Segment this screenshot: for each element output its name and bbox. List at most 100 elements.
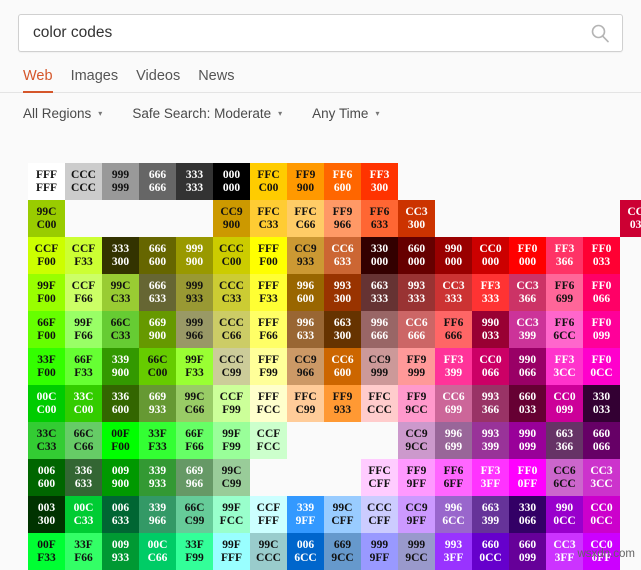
color-code-bottom: 933 — [185, 292, 204, 305]
color-code-top: 66C — [147, 353, 168, 366]
color-code-top: FF0 — [591, 353, 612, 366]
color-code-top: 99F — [222, 538, 241, 551]
color-chart-cell: 00C C00 — [28, 385, 65, 422]
color-code-bottom: C33 — [258, 218, 279, 231]
color-chart-cell-empty — [620, 348, 641, 385]
color-code-bottom: 366 — [555, 440, 574, 453]
color-chart-cell: CC9 933 — [287, 237, 324, 274]
color-chart-cell: 990 0CC — [546, 496, 583, 533]
color-code-bottom: 300 — [37, 514, 56, 527]
filter-safe-search[interactable]: Safe Search: Moderate ▾ — [132, 106, 282, 121]
color-chart-cell: 999 933 — [176, 274, 213, 311]
color-code-top: CC6 — [331, 353, 354, 366]
color-code-top: CCF — [219, 390, 244, 403]
color-code-top: FFF — [35, 168, 58, 181]
color-code-bottom: 966 — [148, 514, 167, 527]
color-code-top: CC3 — [553, 538, 576, 551]
color-code-top: 99C — [258, 538, 279, 551]
tab-videos[interactable]: Videos — [127, 67, 189, 92]
color-chart-cell: FF3 3CC — [546, 348, 583, 385]
color-code-top: CC9 — [405, 501, 428, 514]
color-chart-cell: 33C C00 — [65, 385, 102, 422]
color-code-top: 996 — [296, 316, 315, 329]
color-chart-cell-empty — [324, 459, 361, 496]
filter-time[interactable]: Any Time ▾ — [312, 106, 379, 121]
color-chart-cell: 660 000 — [398, 237, 435, 274]
color-code-bottom: F00 — [37, 255, 56, 268]
color-code-bottom: 399 — [481, 514, 500, 527]
color-chart-cell-empty — [509, 163, 546, 200]
color-chart-cell: FF0 0CC — [583, 348, 620, 385]
color-code-bottom: 066 — [592, 292, 611, 305]
color-code-top: 33C — [36, 427, 57, 440]
color-chart-cell: 663 366 — [546, 422, 583, 459]
color-chart-cell: 66C C00 — [139, 348, 176, 385]
color-chart-cell: 33C C33 — [28, 422, 65, 459]
color-code-bottom: 633 — [111, 514, 130, 527]
color-code-bottom: FFF — [257, 514, 280, 527]
color-code-bottom: 000 — [481, 255, 500, 268]
color-chart-cell: FF9 9FF — [398, 459, 435, 496]
color-code-bottom: 933 — [333, 403, 352, 416]
color-chart-cell: CC3 300 — [398, 200, 435, 237]
color-chart-cell-empty — [102, 200, 139, 237]
color-code-top: 009 — [111, 538, 130, 551]
color-code-chart[interactable]: FFF FFF CCC CCC 999 999 666 666 333 333 000 000 FFC C… — [28, 163, 641, 570]
color-code-top: 990 — [518, 427, 537, 440]
color-chart-cell: 99C C00 — [28, 200, 65, 237]
tab-web[interactable]: Web — [18, 67, 62, 93]
search-input[interactable] — [33, 24, 590, 42]
color-chart-cell: CC9 966 — [287, 348, 324, 385]
color-code-bottom: 600 — [333, 366, 352, 379]
color-chart-cell: 993 300 — [324, 274, 361, 311]
color-code-top: CC3 — [405, 205, 428, 218]
filter-region[interactable]: All Regions ▾ — [23, 106, 102, 121]
search-icon[interactable] — [590, 23, 610, 43]
color-chart-cell: 990 099 — [509, 422, 546, 459]
color-chart-cell: CCC C00 — [213, 237, 250, 274]
search-box[interactable] — [18, 14, 623, 52]
color-chart-cell: FFF FCC — [250, 385, 287, 422]
color-code-top: 993 — [333, 279, 352, 292]
color-chart-cell: 006 6CC — [287, 533, 324, 570]
color-chart-cell: FF3 333 — [472, 274, 509, 311]
color-code-bottom: 6CC — [442, 514, 465, 527]
tab-images[interactable]: Images — [62, 67, 128, 92]
color-chart-cell: 330 033 — [583, 385, 620, 422]
color-code-top: CCC — [71, 168, 96, 181]
color-chart-cell: 99F FFF — [213, 533, 250, 570]
color-code-bottom: 033 — [518, 403, 537, 416]
color-code-top: 990 — [555, 501, 574, 514]
color-code-bottom: 0CC — [553, 514, 576, 527]
color-chart-cell: 99C CCC — [250, 533, 287, 570]
color-chart-cell: CC3 399 — [509, 311, 546, 348]
color-code-top: CC3 — [516, 279, 539, 292]
color-chart-cell: 99F F00 — [28, 274, 65, 311]
color-code-top: CCF — [71, 279, 96, 292]
color-code-top: FF0 — [591, 316, 612, 329]
color-code-top: FF6 — [554, 279, 575, 292]
color-chart-cell: FF6 666 — [435, 311, 472, 348]
color-chart-cell: FF3 366 — [546, 237, 583, 274]
color-code-bottom: 699 — [555, 292, 574, 305]
tab-news[interactable]: News — [189, 67, 243, 92]
color-chart-cell: 666 633 — [139, 274, 176, 311]
color-code-top: 660 — [592, 427, 611, 440]
color-chart-cell: CCF F00 — [28, 237, 65, 274]
color-code-top: 66F — [185, 427, 204, 440]
color-code-bottom: C00 — [258, 181, 279, 194]
color-code-bottom: 333 — [444, 292, 463, 305]
color-chart-cell-empty — [435, 200, 472, 237]
color-chart-cell-empty — [620, 496, 641, 533]
color-code-bottom: F66 — [74, 551, 93, 564]
color-code-bottom: 3FF — [554, 551, 575, 564]
color-code-bottom: C66 — [295, 218, 316, 231]
color-chart-cell-empty — [435, 163, 472, 200]
color-code-top: 996 — [370, 316, 389, 329]
color-code-top: 999 — [185, 316, 204, 329]
color-code-top: 99F — [185, 353, 204, 366]
color-code-bottom: CFF — [331, 514, 354, 527]
color-chart-cell: 99C CFF — [324, 496, 361, 533]
color-chart-cell: 00F F00 — [102, 422, 139, 459]
color-chart-cell: 336 600 — [102, 385, 139, 422]
